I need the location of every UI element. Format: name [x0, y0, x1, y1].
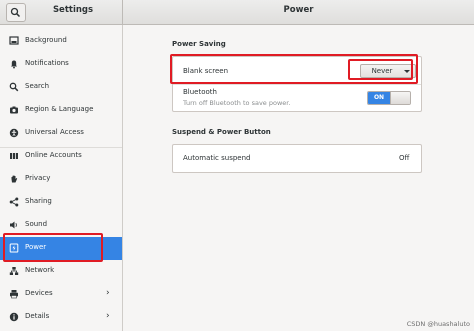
camera-icon	[10, 106, 18, 114]
suspend-heading: Suspend & Power Button	[172, 128, 271, 136]
header-search-button[interactable]	[6, 3, 26, 22]
background-icon	[9, 36, 19, 45]
sidebar-item-privacy[interactable]: Privacy	[0, 168, 122, 191]
info-icon	[9, 312, 19, 322]
sidebar-item-notifications[interactable]: Notifications	[0, 53, 122, 76]
sidebar-item-search[interactable]: Search	[0, 76, 122, 99]
row-divider	[173, 84, 421, 85]
sidebar-item-label: Search	[25, 82, 50, 90]
suspend-list: Automatic suspend Off	[172, 144, 422, 173]
sidebar-item-background[interactable]: Background	[0, 30, 122, 53]
sidebar-item-network[interactable]: Network	[0, 260, 122, 283]
sidebar-item-region-language[interactable]: Region & Language	[0, 99, 122, 122]
chevron-right-icon: ›	[106, 311, 110, 321]
sidebar-item-label: Network	[25, 266, 55, 274]
chevron-right-icon: ›	[106, 288, 110, 298]
switch-on-label: ON	[368, 92, 390, 104]
settings-title: Settings	[52, 5, 94, 15]
share-icon	[9, 197, 19, 207]
dropdown-highlight	[348, 59, 413, 80]
sidebar-item-details[interactable]: Details ›	[0, 306, 122, 329]
watermark: CSDN @huashaluto	[406, 320, 470, 328]
switch-knob	[390, 92, 410, 104]
search-icon	[9, 82, 19, 92]
sidebar-item-label: Details	[25, 312, 50, 320]
search-icon	[10, 7, 21, 18]
printer-icon	[10, 290, 18, 299]
panel-title: Power	[283, 5, 314, 15]
bluetooth-description: Turn off Bluetooth to save power.	[183, 99, 291, 107]
hand-icon	[11, 175, 18, 183]
automatic-suspend-value[interactable]: Off	[399, 154, 409, 162]
sidebar: Background Notifications Search Region &…	[0, 25, 123, 331]
sidebar-item-devices[interactable]: Devices ›	[0, 283, 122, 306]
sidebar-item-label: Background	[25, 36, 67, 44]
bluetooth-label: Bluetooth	[183, 88, 217, 96]
sidebar-item-online-accounts[interactable]: Online Accounts	[0, 145, 122, 168]
sidebar-item-label: Devices	[25, 289, 53, 297]
sidebar-item-universal-access[interactable]: Universal Access	[0, 122, 122, 145]
sidebar-item-label: Region & Language	[25, 105, 94, 113]
header-bar: Settings Power	[0, 0, 474, 25]
sidebar-item-label: Sound	[25, 220, 48, 228]
bluetooth-switch[interactable]: ON	[367, 91, 411, 105]
sidebar-item-sharing[interactable]: Sharing	[0, 191, 122, 214]
accessibility-icon	[9, 128, 19, 138]
bell-icon	[11, 60, 17, 69]
speaker-icon	[10, 221, 17, 229]
sidebar-item-label: Online Accounts	[25, 151, 82, 159]
power-item-highlight	[3, 233, 103, 262]
power-saving-heading: Power Saving	[172, 40, 226, 48]
network-icon	[9, 267, 19, 275]
settings-window: Settings Power Background Notifications …	[0, 0, 474, 331]
sidebar-item-label: Universal Access	[25, 128, 84, 136]
sidebar-item-label: Sharing	[25, 197, 52, 205]
automatic-suspend-label: Automatic suspend	[183, 154, 251, 162]
sidebar-item-label: Notifications	[25, 59, 69, 67]
online-accounts-icon	[10, 153, 18, 159]
sidebar-item-label: Privacy	[25, 174, 51, 182]
